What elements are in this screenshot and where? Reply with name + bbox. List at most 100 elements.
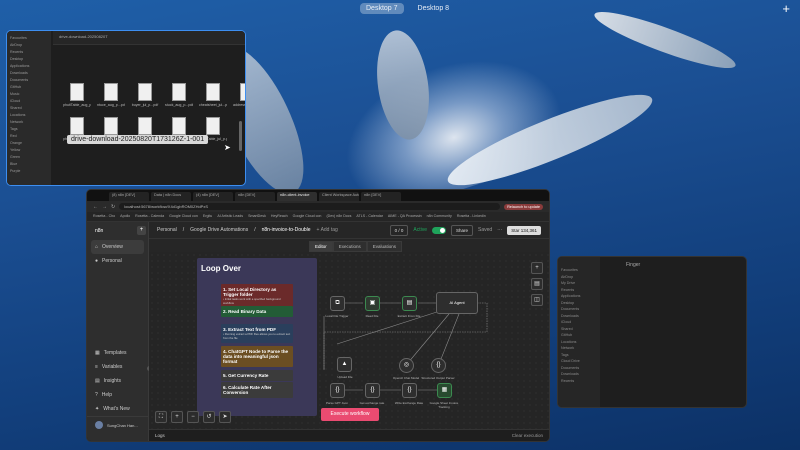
tab-evaluations[interactable]: Evaluations xyxy=(366,241,403,252)
structured-output-parser-node[interactable]: {} xyxy=(431,358,446,373)
space-desktop-8[interactable]: Desktop 8 xyxy=(412,3,456,14)
browser-tab[interactable]: Client Workspace Automat xyxy=(319,192,359,201)
zoom-out-icon[interactable]: − xyxy=(187,411,199,423)
bookmark-item[interactable]: Google Cloud con xyxy=(293,214,322,219)
finder-sidebar-item[interactable]: Orange xyxy=(10,140,48,147)
finder-sidebar-item[interactable]: Yellow xyxy=(10,147,48,154)
browser-tab[interactable]: (8) n8n [DEV] xyxy=(109,192,149,201)
relaunch-button[interactable]: Relaunch to update xyxy=(504,203,543,210)
nav-insights[interactable]: ▤ Insights xyxy=(87,374,148,388)
bookmark-item[interactable]: ATLS - Calendar xyxy=(356,214,383,219)
get-exchange-rate-node[interactable]: {} xyxy=(365,383,380,398)
bookmark-item[interactable]: HeyReach xyxy=(271,214,288,219)
browser-tab[interactable]: Data | n8n Docs xyxy=(151,192,191,201)
plus-icon[interactable]: + xyxy=(782,1,790,16)
file-item[interactable]: cheatsheet_jul...pdf xyxy=(199,83,227,107)
finder-window-secondary[interactable]: Favourites AirDrop My Drive Recents Applicat… xyxy=(557,256,747,408)
nav-whats-new[interactable]: ✦ What's New xyxy=(87,402,148,416)
clear-execution-button[interactable]: Clear execution xyxy=(512,433,543,438)
more-icon[interactable]: ⋯ xyxy=(497,227,502,233)
tab-executions[interactable]: Executions xyxy=(332,241,367,252)
forward-icon[interactable]: → xyxy=(102,204,107,210)
parse-gpt-json-node[interactable]: {} xyxy=(330,383,345,398)
finder-sidebar-item[interactable]: Music xyxy=(10,91,48,98)
finder-sidebar-item[interactable]: iCloud xyxy=(10,98,48,105)
add-tag-link[interactable]: + Add tag xyxy=(317,227,338,233)
workflow-name[interactable]: n8n-invoice-to-Double xyxy=(262,227,311,233)
zoom-in-icon[interactable]: + xyxy=(171,411,183,423)
finder-sidebar-item[interactable]: Downloads xyxy=(10,70,48,77)
pointer-icon[interactable]: ➤ xyxy=(219,411,231,423)
bookmark-item[interactable]: Rosetta - Cho xyxy=(93,214,115,219)
undo-icon[interactable]: ↺ xyxy=(203,411,215,423)
folder-breadcrumb[interactable]: Google Drive Automations xyxy=(190,227,248,233)
bookmark-item[interactable]: Google Cloud con xyxy=(169,214,198,219)
bookmark-item[interactable]: AI Artistic Leads xyxy=(217,214,243,219)
bookmark-item[interactable]: AIME - QA Processin xyxy=(388,214,422,219)
finder-sidebar-item[interactable]: Desktop xyxy=(10,56,48,63)
finder-sidebar-item[interactable]: Locations xyxy=(10,112,48,119)
finder-window[interactable]: Favourites AirDrop Recents Desktop Applicati… xyxy=(6,30,246,186)
nav-overview[interactable]: ⌂ Overview xyxy=(91,240,144,254)
browser-tab[interactable]: (4) n8n [DEV] xyxy=(193,192,233,201)
extract-from-file-node[interactable]: ▤ xyxy=(402,296,417,311)
share-button[interactable]: Share xyxy=(450,224,473,236)
finder-sidebar-item[interactable]: AirDrop xyxy=(10,42,48,49)
execute-workflow-button[interactable]: Execute workflow xyxy=(321,408,379,421)
finder-sidebar-item[interactable]: Recents xyxy=(561,378,597,385)
panel-icon[interactable]: ◫ xyxy=(531,294,543,306)
finder-sidebar-item[interactable]: GitHub xyxy=(10,84,48,91)
finder-sidebar-item[interactable]: Applications xyxy=(10,63,48,70)
finder-sidebar-item[interactable]: Documents xyxy=(10,77,48,84)
nav-personal[interactable]: ● Personal xyxy=(87,254,148,268)
browser-window[interactable]: (8) n8n [DEV] Data | n8n Docs (4) n8n [DEV… xyxy=(86,189,550,442)
browser-tab[interactable]: n8n [DEV] xyxy=(235,192,275,201)
read-file-node[interactable]: ▣ xyxy=(365,296,380,311)
bookmark-item[interactable]: SmartDesk xyxy=(248,214,266,219)
bookmark-item[interactable]: n8n Community xyxy=(427,214,452,219)
personal-breadcrumb[interactable]: Personal xyxy=(157,227,177,233)
write-exchange-rate-node[interactable]: {} xyxy=(402,383,417,398)
file-item[interactable]: stuck_aug_p...pdf xyxy=(165,83,193,107)
workflow-canvas[interactable]: Loop Over 1. Set Local Directory as Trig… xyxy=(149,252,549,429)
finder-sidebar-item[interactable]: Tags xyxy=(10,126,48,133)
add-node-icon[interactable]: + xyxy=(531,262,543,274)
url-input[interactable]: localhost:5678/workflow/X4d1gbROM0ZHdPxS xyxy=(119,203,501,210)
bookmark-item[interactable]: Rosetta - Calenda xyxy=(135,214,164,219)
finder-sidebar-item[interactable]: Purple xyxy=(10,168,48,175)
upload-file-node[interactable]: ▲ xyxy=(337,357,352,372)
tab-editor[interactable]: Editor xyxy=(309,241,333,252)
local-file-trigger-node[interactable]: ⧉ xyxy=(330,296,345,311)
finder-sidebar-item[interactable]: Recents xyxy=(10,49,48,56)
finder-sidebar-item[interactable]: Green xyxy=(10,154,48,161)
bookmark-item[interactable]: Ergitu xyxy=(203,214,212,219)
google-sheets-node[interactable]: ▦ xyxy=(437,383,452,398)
bookmark-item[interactable]: Rosetta - Linkedin xyxy=(457,214,486,219)
openai-chat-model-node[interactable]: ◎ xyxy=(399,358,414,373)
active-toggle[interactable] xyxy=(431,226,446,234)
file-item[interactable]: address_jul_p.pdf xyxy=(233,83,245,107)
file-item[interactable]: phutiTable_aug_p...pdf xyxy=(63,83,91,107)
ai-agent-node[interactable]: AI Agent xyxy=(436,292,478,314)
reload-icon[interactable]: ↻ xyxy=(111,204,115,210)
nav-templates[interactable]: ▦ Templates xyxy=(87,346,148,360)
create-plus-icon[interactable]: + xyxy=(137,226,146,235)
finder-sidebar-item[interactable]: Shared xyxy=(10,105,48,112)
browser-tab[interactable]: n8n [DEV] xyxy=(361,192,401,201)
finder-sidebar-item[interactable]: Blue xyxy=(10,161,48,168)
user-menu[interactable]: SungChan Han... xyxy=(87,416,148,433)
back-icon[interactable]: ← xyxy=(93,204,98,210)
browser-tab[interactable]: n8n-client-invoice xyxy=(277,192,317,201)
bookmark-item[interactable]: Apollo xyxy=(120,214,130,219)
finder-sidebar-item[interactable]: Favourites xyxy=(10,35,48,42)
file-item[interactable]: ntuce_aug_p...pdf xyxy=(97,83,125,107)
finder-sidebar-item[interactable]: Network xyxy=(10,119,48,126)
finder-sidebar-item[interactable]: Red xyxy=(10,133,48,140)
file-item[interactable]: buyer_jul_p...pdf xyxy=(131,83,159,107)
logs-panel[interactable]: Logs Clear execution xyxy=(149,429,549,441)
github-star-button[interactable]: Star 134,361 xyxy=(507,225,541,235)
bookmark-item[interactable]: (Dev) n8n Docs xyxy=(326,214,351,219)
nav-variables[interactable]: ≡ Variables xyxy=(87,360,148,374)
fit-view-icon[interactable]: ⛶ xyxy=(155,411,167,423)
notes-icon[interactable]: ▤ xyxy=(531,278,543,290)
